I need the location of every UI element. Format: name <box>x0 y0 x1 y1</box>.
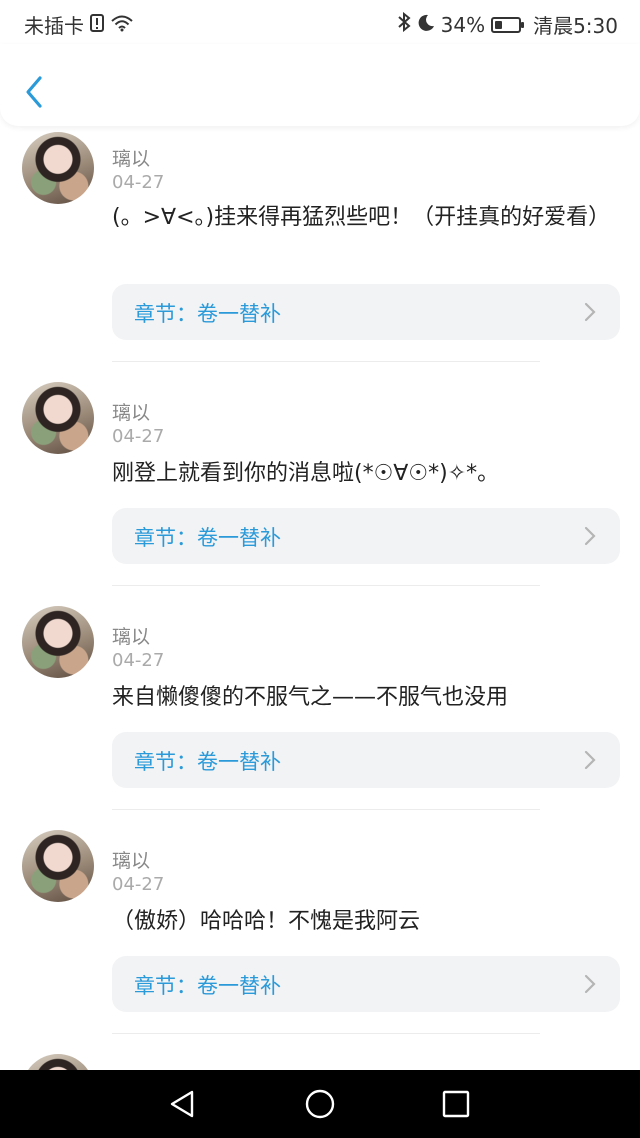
chapter-label: 章节：卷一替补 <box>134 302 281 326</box>
comment-text: 刚登上就看到你的消息啦(*☉∀☉*)✧*。 <box>112 461 500 486</box>
status-bar: 未插卡 34% 清晨5:30 <box>0 0 640 44</box>
system-nav-bar <box>0 1070 640 1138</box>
chapter-label: 章节：卷一替补 <box>134 974 281 998</box>
avatar[interactable] <box>22 1054 94 1070</box>
comment-date: 04-27 <box>112 172 165 193</box>
chevron-right-icon <box>584 302 596 322</box>
circle-home-icon <box>305 1089 335 1119</box>
nav-home-button[interactable] <box>304 1088 336 1120</box>
chapter-link[interactable]: 章节：卷一替补 <box>112 508 620 564</box>
comment-author: 璃以 <box>112 850 151 872</box>
comment-author: 璃以 <box>112 626 151 648</box>
comment-text: （傲娇）哈哈哈！不愧是我阿云 <box>112 909 421 934</box>
chapter-link[interactable]: 章节：卷一替补 <box>112 732 620 788</box>
chevron-left-icon <box>26 76 42 108</box>
nav-back-button[interactable] <box>166 1088 198 1120</box>
avatar[interactable] <box>22 606 94 678</box>
chapter-link[interactable]: 章节：卷一替补 <box>112 956 620 1012</box>
comment-date: 04-27 <box>112 426 165 447</box>
carrier-text: 未插卡 <box>24 14 84 38</box>
comment-text: 来自懒傻傻的不服气之——不服气也没用 <box>112 685 509 710</box>
avatar[interactable] <box>22 830 94 902</box>
battery-icon <box>491 16 525 33</box>
comment-text: (。>∀<。)挂来得再猛烈些吧！（开挂真的好爱看） <box>112 205 611 230</box>
comment-list[interactable]: 璃以 04-27 (。>∀<。)挂来得再猛烈些吧！（开挂真的好爱看） 章节：卷一… <box>0 126 640 1070</box>
moon-icon <box>417 13 435 37</box>
comment-item: 璃以 04-27 (。>∀<。)挂来得再猛烈些吧！（开挂真的好爱看） 章节：卷一… <box>0 126 640 362</box>
battery-percent: 34% <box>440 12 486 37</box>
avatar[interactable] <box>22 382 94 454</box>
comment-item: 璃以 04-27 （傲娇）哈哈哈！不愧是我阿云 章节：卷一替补 <box>0 810 640 1034</box>
chapter-label: 章节：卷一替补 <box>134 750 281 774</box>
wifi-icon <box>110 13 134 37</box>
clock-time: 清晨5:30 <box>533 14 618 38</box>
back-button[interactable] <box>22 74 46 110</box>
triangle-back-icon <box>170 1090 194 1118</box>
comment-item: 璃以 04-27 来自懒傻傻的不服气之——不服气也没用 章节：卷一替补 <box>0 586 640 810</box>
avatar[interactable] <box>22 132 94 204</box>
chapter-link[interactable]: 章节：卷一替补 <box>112 284 620 340</box>
comment-date: 04-27 <box>112 874 165 895</box>
comment-item-partial <box>0 1034 640 1070</box>
chevron-right-icon <box>584 750 596 770</box>
chevron-right-icon <box>584 526 596 546</box>
battery-level <box>495 20 503 29</box>
comment-item: 璃以 04-27 刚登上就看到你的消息啦(*☉∀☉*)✧*。 章节：卷一替补 <box>0 362 640 586</box>
sim-alert-icon <box>90 13 104 37</box>
comment-author: 璃以 <box>112 148 151 170</box>
bluetooth-icon <box>397 11 411 37</box>
chapter-label: 章节：卷一替补 <box>134 526 281 550</box>
top-app-bar <box>0 44 640 126</box>
comment-date: 04-27 <box>112 650 165 671</box>
square-recents-icon <box>442 1090 470 1118</box>
chevron-right-icon <box>584 974 596 994</box>
nav-recents-button[interactable] <box>440 1088 472 1120</box>
comment-author: 璃以 <box>112 402 151 424</box>
